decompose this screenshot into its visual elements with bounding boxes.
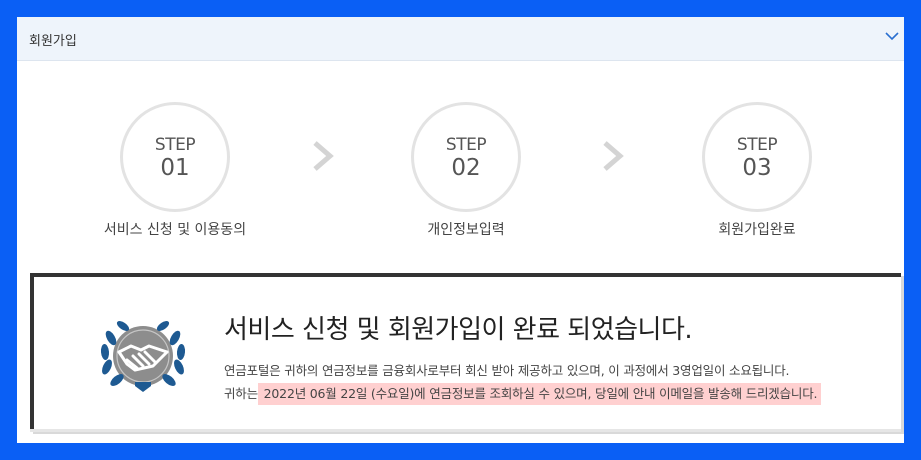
signup-panel: 회원가입 STEP 01 서비스 신청 및 이용동의 STEP 02 개인정보입… — [17, 17, 904, 443]
step-1-circle: STEP 01 — [120, 102, 230, 212]
completion-box-shadow — [30, 429, 901, 432]
completion-description: 연금포털은 귀하의 연금정보를 금융회사로부터 회신 받아 제공하고 있으며, … — [224, 363, 790, 378]
accordion-header[interactable]: 회원가입 — [17, 17, 904, 61]
step-2-label: 개인정보입력 — [427, 222, 505, 238]
chevron-down-icon[interactable] — [884, 28, 900, 44]
step-2-circle: STEP 02 — [411, 102, 521, 212]
step-3-word: STEP — [736, 135, 778, 155]
accordion-title: 회원가입 — [29, 34, 77, 49]
step-3-label: 회원가입완료 — [718, 222, 796, 238]
step-1-number: 01 — [160, 155, 190, 181]
handshake-laurel-icon — [100, 321, 186, 392]
notice-prefix: 귀하는 — [224, 386, 258, 401]
completion-notice: 귀하는 2022년 06월 22일 (수요일)에 연금정보를 조회하실 수 있으… — [224, 383, 822, 405]
step-1-word: STEP — [154, 135, 196, 155]
step-1-label: 서비스 신청 및 이용동의 — [103, 222, 247, 238]
step-3-number: 03 — [742, 155, 772, 181]
step-3-circle: STEP 03 — [702, 102, 812, 212]
chevron-right-icon — [603, 141, 624, 171]
completion-headline: 서비스 신청 및 회원가입이 완료 되었습니다. — [224, 315, 693, 345]
step-2-word: STEP — [445, 135, 487, 155]
chevron-right-icon — [313, 141, 334, 171]
step-2-number: 02 — [451, 155, 481, 181]
notice-highlight: 2022년 06월 22일 (수요일)에 연금정보를 조회하실 수 있으며, 당… — [257, 383, 822, 405]
